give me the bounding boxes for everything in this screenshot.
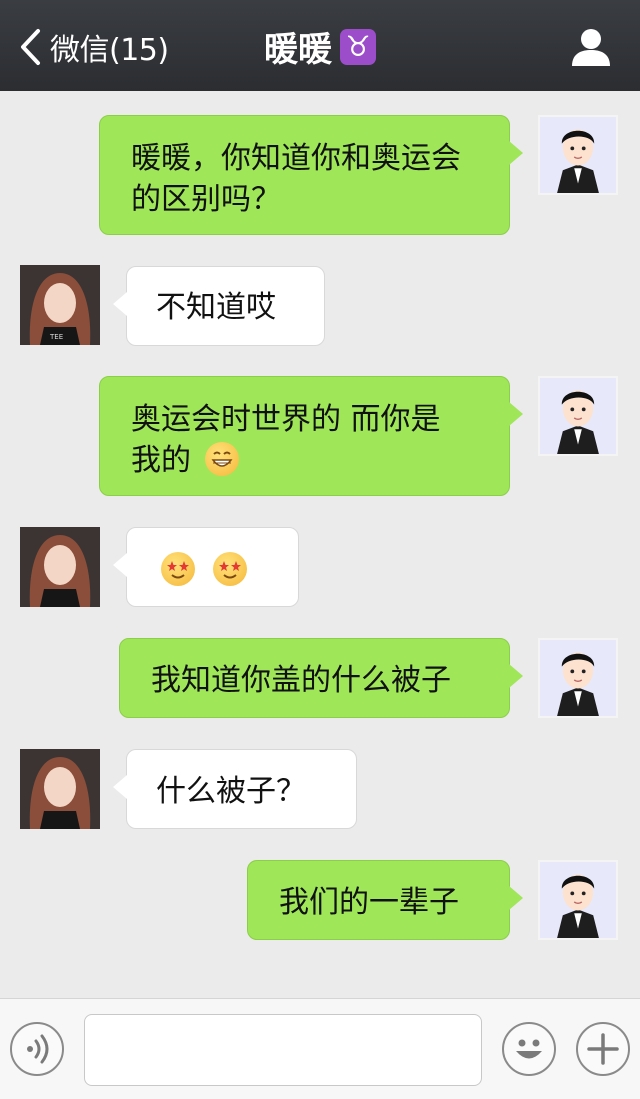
received-bubble[interactable] [113,527,299,607]
contact-avatar[interactable] [20,527,100,607]
star-struck-face-icon [212,552,247,586]
message-text: 我们的一辈子 [279,885,459,920]
message-text-line: 我的 [131,440,509,481]
svg-text:TEE: TEE [49,333,63,341]
contact-avatar[interactable] [20,749,100,829]
received-bubble[interactable]: 不知道哎 [113,266,325,346]
message-text: 不知道哎 [156,290,276,325]
girl-photo-icon [20,527,100,607]
cartoon-man-icon [540,378,616,454]
voice-button[interactable] [10,1022,64,1076]
input-bar [0,998,640,1099]
chat-title: 暖暖 [264,30,332,70]
plus-icon [587,1033,619,1065]
received-bubble[interactable]: 什么被子？ [113,749,357,829]
profile-icon[interactable] [570,26,612,68]
my-avatar[interactable] [538,376,618,456]
message-text: 奥运会时世界的 而你是 [131,402,441,437]
message-text: 什么被子？ [156,774,306,809]
grinning-face-icon [204,442,239,476]
message-text: 我的 [131,443,191,478]
my-avatar[interactable] [538,860,618,940]
chat-title-wrap: 暖暖 ♉ [0,22,640,71]
sent-bubble[interactable]: 我知道你盖的什么被子 [119,638,523,718]
my-avatar[interactable] [538,115,618,195]
message-text: 暖暖，你知道你和奥运会 [131,141,461,176]
cartoon-man-icon [540,117,616,193]
sent-bubble[interactable]: 奥运会时世界的 而你是 我的 [99,376,523,496]
smiley-icon [516,1039,542,1059]
contact-avatar[interactable]: TEE [20,265,100,345]
sent-bubble[interactable]: 暖暖，你知道你和奥运会 的区别吗？ [99,115,523,235]
message-text: 的区别吗？ [131,182,281,217]
cartoon-man-icon [540,640,616,716]
star-struck-face-icon [161,552,195,586]
sent-bubble[interactable]: 我们的一辈子 [247,860,523,940]
cartoon-man-icon [540,862,616,938]
more-button[interactable] [576,1022,630,1076]
my-avatar[interactable] [538,638,618,718]
girl-photo-icon: TEE [20,265,100,345]
girl-photo-icon [20,749,100,829]
message-text: 我知道你盖的什么被子 [151,663,451,698]
chat-header: 微信(15) 暖暖 ♉ [0,0,640,91]
message-input[interactable] [84,1014,482,1086]
taurus-icon: ♉ [340,28,376,65]
emoji-button[interactable] [502,1022,556,1076]
voice-icon [27,1034,49,1064]
